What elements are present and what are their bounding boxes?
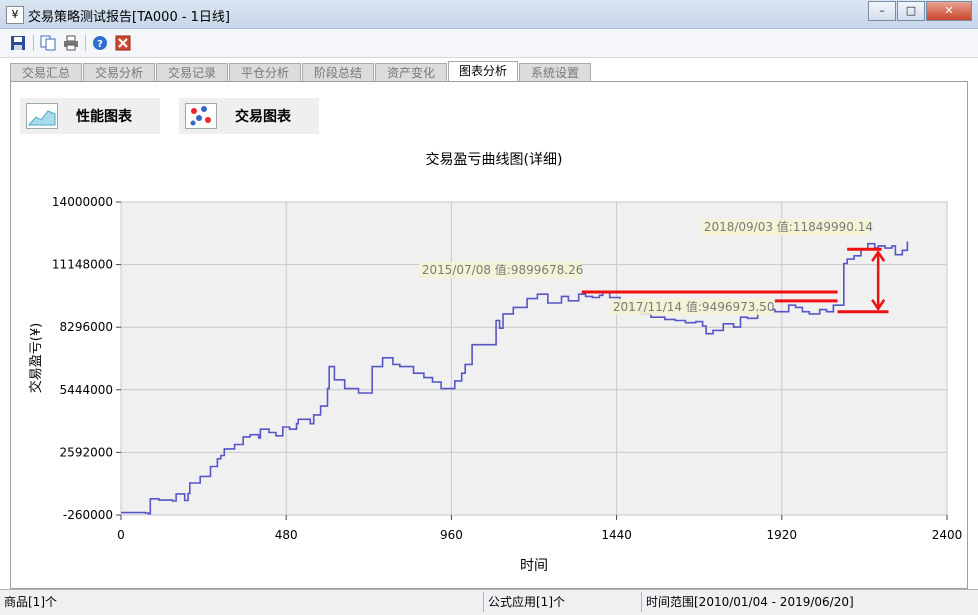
scatter-chart-icon: [185, 103, 217, 129]
tab-system-settings[interactable]: 系统设置: [519, 63, 591, 82]
status-time-range: 时间范围[2010/01/04 - 2019/06/20]: [646, 595, 854, 609]
save-icon[interactable]: [9, 34, 27, 52]
close-icon[interactable]: ✕: [926, 1, 972, 21]
status-formula-count: 公式应用[1]个: [484, 592, 642, 612]
toolbar-separator: [33, 35, 34, 51]
copy-icon[interactable]: [39, 34, 57, 52]
trade-chart-label: 交易图表: [235, 109, 291, 125]
performance-chart-label: 性能图表: [76, 109, 132, 125]
help-icon[interactable]: ?: [91, 34, 109, 52]
close-report-icon[interactable]: [114, 34, 132, 52]
area-chart-icon: [26, 103, 58, 129]
maximize-icon[interactable]: □: [897, 1, 925, 21]
window-titlebar: ¥ 交易策略测试报告[TA000 - 1日线] – □ ✕: [0, 0, 978, 29]
chart-panel: [10, 81, 968, 589]
tab-chart-analysis[interactable]: 图表分析: [448, 61, 518, 83]
tab-trade-summary[interactable]: 交易汇总: [10, 63, 82, 82]
tab-trade-analysis[interactable]: 交易分析: [83, 63, 155, 82]
toolbar-separator: [85, 35, 86, 51]
tab-asset-change[interactable]: 资产变化: [375, 63, 447, 82]
toolbar: ?: [0, 29, 978, 58]
window-controls: – □ ✕: [867, 1, 972, 21]
svg-text:?: ?: [97, 39, 103, 50]
tab-trade-records[interactable]: 交易记录: [156, 63, 228, 82]
trade-chart-button[interactable]: 交易图表: [179, 98, 319, 134]
performance-chart-button[interactable]: 性能图表: [20, 98, 160, 134]
tab-close-analysis[interactable]: 平仓分析: [229, 63, 301, 82]
app-icon: ¥: [6, 6, 24, 24]
window-title: 交易策略测试报告[TA000 - 1日线]: [28, 10, 231, 25]
tab-stage-summary[interactable]: 阶段总结: [302, 63, 374, 82]
statusbar: 商品[1]个 公式应用[1]个 时间范围[2010/01/04 - 2019/0…: [0, 589, 978, 615]
status-product-count: 商品[1]个: [0, 592, 484, 612]
minimize-icon[interactable]: –: [868, 1, 896, 21]
print-icon[interactable]: [62, 34, 80, 52]
